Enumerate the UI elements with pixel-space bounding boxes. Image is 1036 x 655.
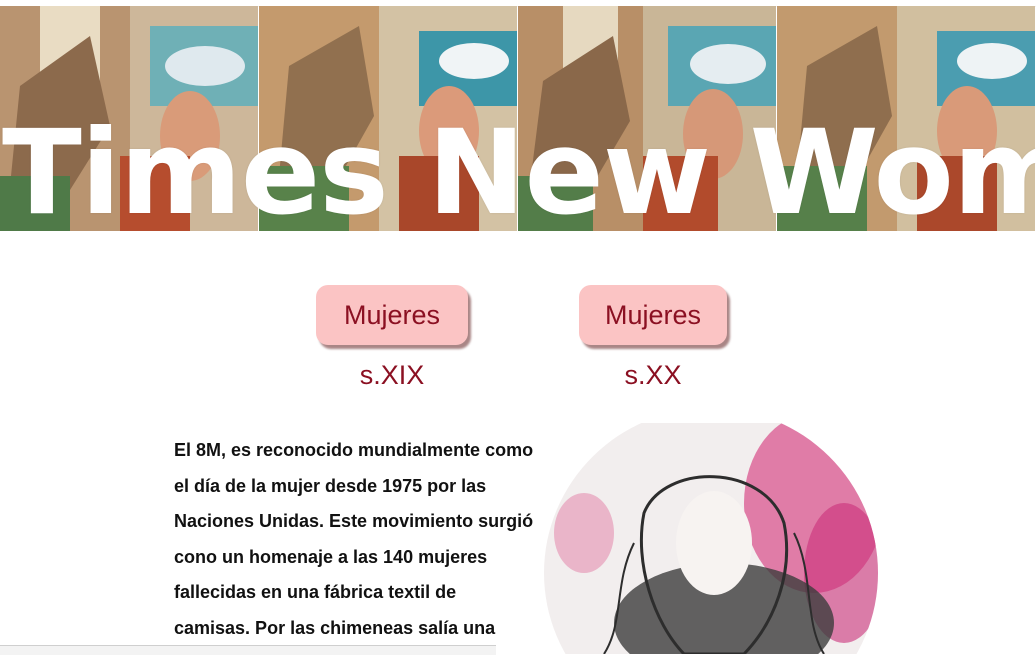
portrait-illustration bbox=[544, 423, 878, 654]
banner: Times New Woman bbox=[0, 6, 1036, 231]
article-line: El 8M, es reconocido mundialmente como bbox=[174, 440, 534, 460]
article-line: el día de la mujer desde 1975 por las bbox=[174, 475, 487, 496]
article-text: El 8M, es reconocido mundialmente como e… bbox=[174, 433, 534, 646]
article-line: Naciones Unidas. Este movimiento surgió bbox=[174, 511, 534, 531]
article-line: cono un homenaje a las 140 mujeres bbox=[174, 546, 488, 567]
mujeres-xx-button[interactable]: Mujeres s.XX bbox=[579, 285, 727, 390]
site-title: Times New Woman bbox=[2, 104, 1036, 231]
mujeres-xix-button[interactable]: Mujeres s.XIX bbox=[316, 285, 468, 390]
article-line: camisas. Por las chimeneas salía una bbox=[174, 617, 496, 638]
article-line: fallecidas en una fábrica textil de bbox=[174, 582, 457, 602]
